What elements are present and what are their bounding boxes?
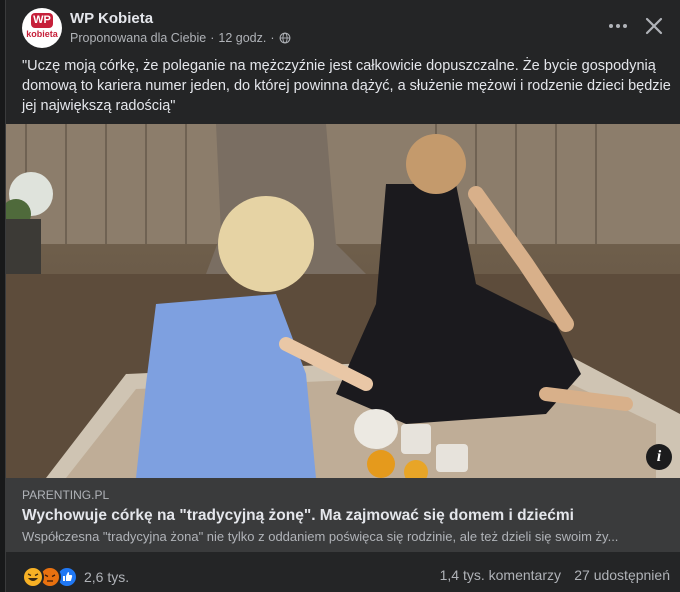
post-image[interactable]: i bbox=[6, 124, 680, 478]
more-options-icon[interactable] bbox=[606, 14, 630, 38]
link-title[interactable]: Wychowuje córkę na "tradycyjną żonę". Ma… bbox=[22, 507, 574, 525]
reaction-count[interactable]: 2,6 tys. bbox=[84, 569, 129, 585]
link-domain: PARENTING.PL bbox=[22, 488, 110, 502]
shares-count[interactable]: 27 udostępnień bbox=[574, 567, 670, 583]
avatar-logo-mark: WP bbox=[31, 13, 53, 28]
feed-post: WP kobieta WP Kobieta Proponowana dla Ci… bbox=[5, 0, 680, 592]
close-icon[interactable] bbox=[642, 14, 666, 38]
meta-separator: · bbox=[210, 31, 215, 45]
post-header: WP kobieta WP Kobieta Proponowana dla Ci… bbox=[6, 0, 680, 50]
reactions-summary[interactable]: 2,6 tys. bbox=[22, 566, 129, 588]
link-preview[interactable]: PARENTING.PL Wychowuje córkę na "tradycy… bbox=[6, 478, 680, 552]
post-image-illustration bbox=[6, 124, 680, 478]
post-message: "Uczę moją córkę, że poleganie na mężczy… bbox=[22, 58, 671, 114]
info-icon[interactable]: i bbox=[646, 444, 672, 470]
page-name-link[interactable]: WP Kobieta bbox=[70, 10, 153, 27]
comments-count[interactable]: 1,4 tys. komentarzy bbox=[440, 567, 561, 583]
globe-icon[interactable] bbox=[279, 32, 291, 44]
haha-reaction-icon bbox=[22, 566, 44, 588]
link-description: Współczesna "tradycyjna żona" nie tylko … bbox=[22, 529, 619, 544]
meta-separator-2: · bbox=[270, 31, 275, 45]
post-time[interactable]: 12 godz. bbox=[218, 31, 266, 45]
post-meta: Proponowana dla Ciebie · 12 godz. · bbox=[70, 31, 291, 45]
avatar-logo-text: kobieta bbox=[26, 29, 58, 39]
suggested-label: Proponowana dla Ciebie bbox=[70, 31, 207, 45]
page-avatar[interactable]: WP kobieta bbox=[22, 8, 62, 48]
post-footer: 2,6 tys. 1,4 tys. komentarzy 27 udostępn… bbox=[6, 552, 680, 592]
